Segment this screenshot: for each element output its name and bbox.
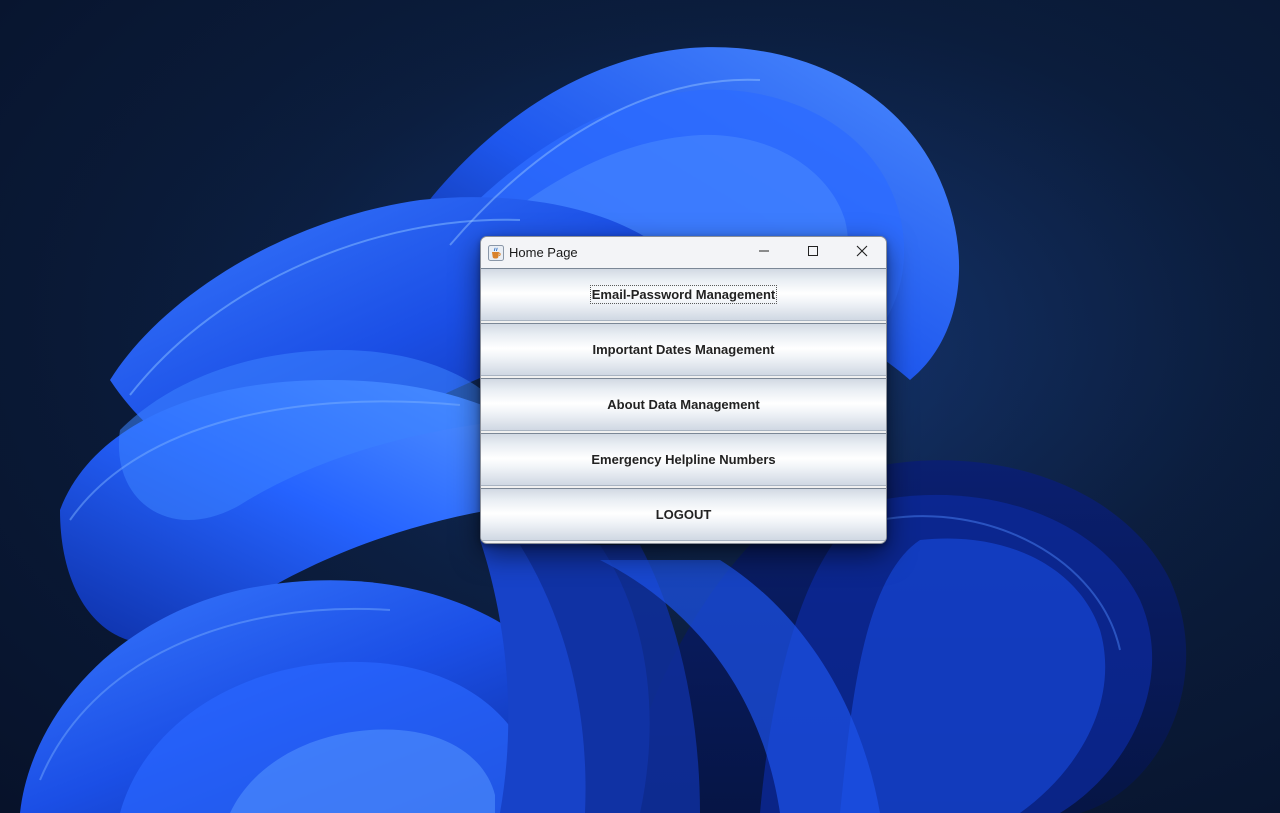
window-controls — [739, 237, 886, 268]
button-label: Emergency Helpline Numbers — [591, 452, 776, 467]
logout-button[interactable]: LOGOUT — [481, 488, 886, 541]
window-title: Home Page — [509, 245, 578, 260]
home-page-window: Home Page Email-Password Management Impo… — [480, 236, 887, 544]
title-bar[interactable]: Home Page — [481, 237, 886, 268]
button-label: LOGOUT — [655, 507, 712, 522]
about-data-management-button[interactable]: About Data Management — [481, 378, 886, 431]
important-dates-management-button[interactable]: Important Dates Management — [481, 323, 886, 376]
emergency-helpline-numbers-button[interactable]: Emergency Helpline Numbers — [481, 433, 886, 486]
email-password-management-button[interactable]: Email-Password Management — [481, 268, 886, 321]
close-icon — [856, 244, 868, 262]
desktop: Home Page Email-Password Management Impo… — [0, 0, 1280, 813]
button-label: About Data Management — [607, 397, 760, 412]
minimize-icon — [758, 244, 770, 262]
button-label: Email-Password Management — [589, 285, 778, 304]
java-cup-icon — [488, 244, 504, 261]
minimize-button[interactable] — [739, 237, 788, 268]
maximize-icon — [807, 244, 819, 262]
home-menu: Email-Password Management Important Date… — [481, 268, 886, 541]
close-button[interactable] — [837, 237, 886, 268]
button-label: Important Dates Management — [592, 342, 775, 357]
maximize-button[interactable] — [788, 237, 837, 268]
